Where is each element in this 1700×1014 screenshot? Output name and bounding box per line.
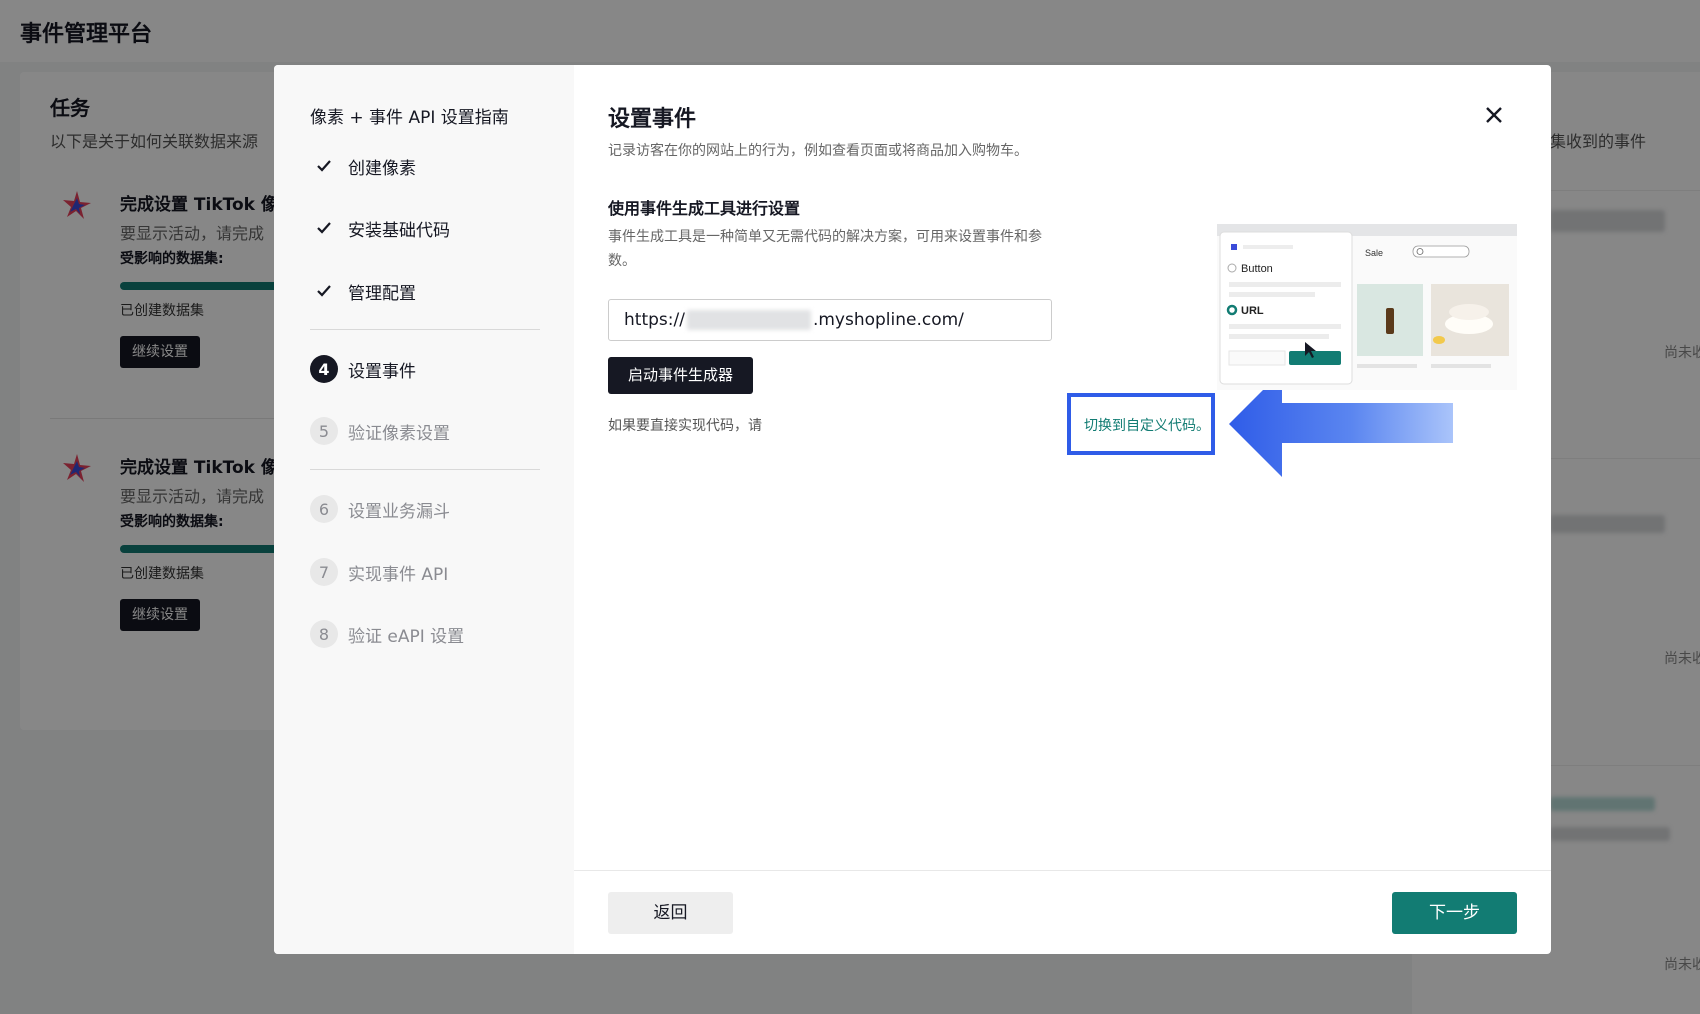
check-icon [310, 152, 338, 180]
sidebar-divider [310, 329, 540, 330]
modal-subtitle: 记录访客在你的网站上的行为，例如查看页面或将商品加入购物车。 [608, 143, 1028, 159]
sidebar-divider [310, 469, 540, 470]
step-label: 安装基础代码 [348, 220, 450, 241]
close-icon[interactable] [1480, 101, 1508, 129]
event-builder-preview: Sale Button URL [1217, 224, 1517, 390]
step-manage-config[interactable]: 管理配置 [310, 277, 416, 305]
step-label: 验证像素设置 [348, 423, 450, 444]
url-suffix: .myshopline.com/ [812, 310, 964, 330]
step-label: 验证 eAPI 设置 [348, 626, 465, 647]
step-label: 设置事件 [348, 361, 416, 382]
step-label: 设置业务漏斗 [348, 501, 450, 522]
check-icon [310, 277, 338, 305]
url-prefix: https:// [624, 310, 685, 330]
step-label: 实现事件 API [348, 564, 449, 585]
step-number: 5 [310, 417, 338, 445]
custom-code-hint: 如果要直接实现代码，请 [608, 418, 762, 434]
step-setup-events[interactable]: 4 设置事件 [310, 355, 416, 383]
step-verify-pixel[interactable]: 5 验证像素设置 [310, 417, 450, 445]
step-create-pixel[interactable]: 创建像素 [310, 152, 416, 180]
sidebar-title: 像素 + 事件 API 设置指南 [310, 108, 509, 128]
modal-footer: 返回 下一步 [574, 870, 1551, 954]
step-label: 管理配置 [348, 283, 416, 304]
preview-url-option: URL [1241, 305, 1264, 317]
modal-content: 设置事件 记录访客在你的网站上的行为，例如查看页面或将商品加入购物车。 使用事件… [574, 65, 1551, 954]
step-number: 8 [310, 620, 338, 648]
setup-guide-modal: 像素 + 事件 API 设置指南 创建像素 安装基础代码 管理配置 4 设置事件… [274, 65, 1551, 954]
website-url-field[interactable]: https:// .myshopline.com/ [608, 299, 1052, 341]
check-icon [310, 214, 338, 242]
preview-sale-text: Sale [1365, 248, 1383, 258]
switch-to-custom-code-link[interactable]: 切换到自定义代码。 [1084, 415, 1210, 435]
step-number: 7 [310, 558, 338, 586]
step-label: 创建像素 [348, 158, 416, 179]
back-button[interactable]: 返回 [608, 892, 733, 934]
preview-button-option: Button [1241, 263, 1273, 275]
step-events-api[interactable]: 7 实现事件 API [310, 558, 448, 586]
modal-title: 设置事件 [608, 107, 697, 132]
next-button[interactable]: 下一步 [1392, 892, 1517, 934]
steps-sidebar: 像素 + 事件 API 设置指南 创建像素 安装基础代码 管理配置 4 设置事件… [274, 65, 574, 954]
section-desc: 事件生成工具是一种简单又无需代码的解决方案，可用来设置事件和参数。 [608, 229, 1042, 269]
step-install-base-code[interactable]: 安装基础代码 [310, 214, 450, 242]
redacted-domain [686, 310, 811, 330]
step-verify-eapi[interactable]: 8 验证 eAPI 设置 [310, 620, 464, 648]
launch-event-builder-button[interactable]: 启动事件生成器 [608, 357, 754, 394]
section-title: 使用事件生成工具进行设置 [608, 199, 801, 218]
step-number: 6 [310, 495, 338, 523]
step-number: 4 [310, 355, 338, 383]
step-business-funnel[interactable]: 6 设置业务漏斗 [310, 495, 450, 523]
